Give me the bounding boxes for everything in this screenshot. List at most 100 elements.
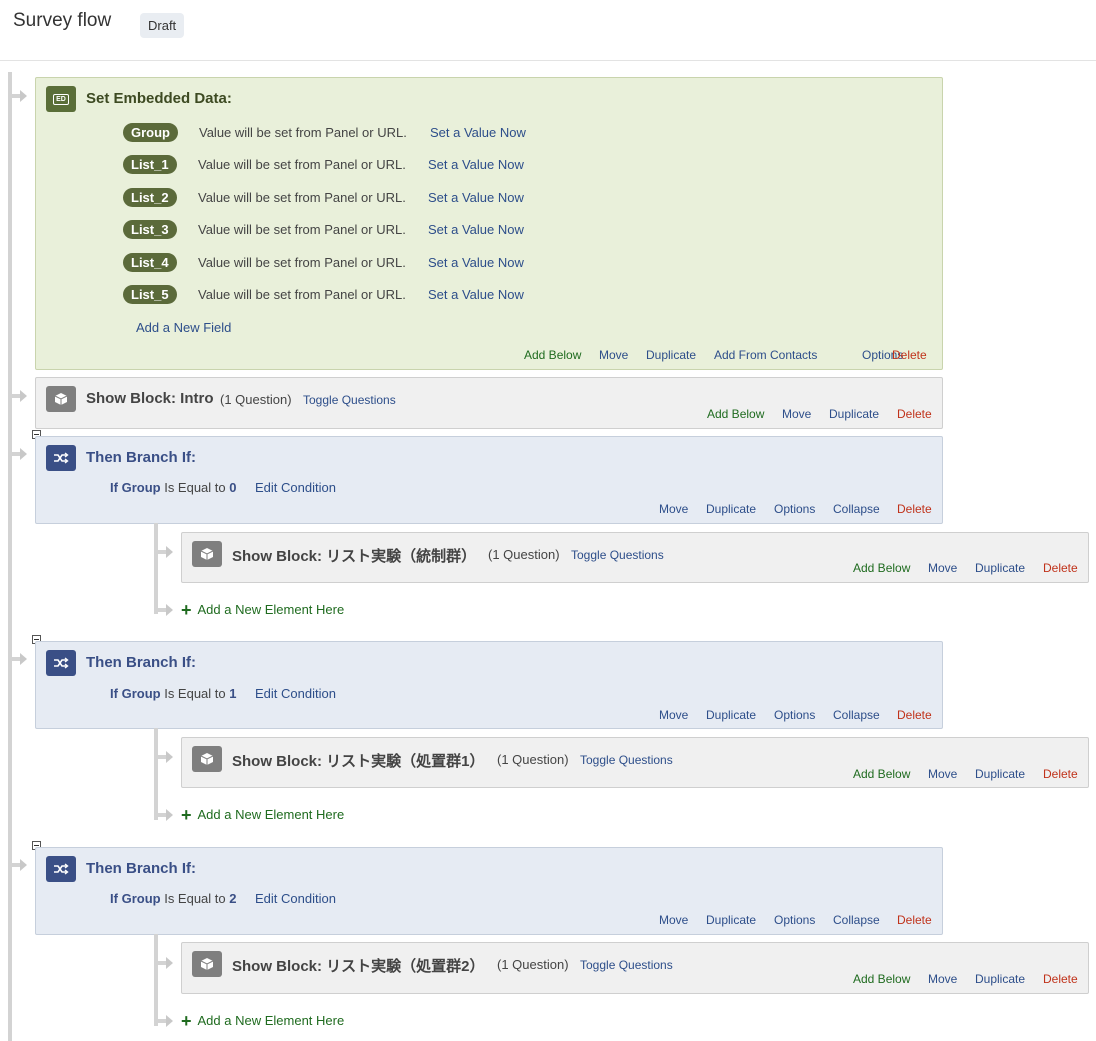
flow-line bbox=[8, 72, 12, 1041]
delete-button[interactable]: Delete bbox=[1043, 972, 1078, 986]
flow-arrow-icon bbox=[20, 390, 27, 402]
field-value-text: Value will be set from Panel or URL. bbox=[199, 125, 407, 140]
intro-block-element: Show Block: Intro (1 Question) Toggle Qu… bbox=[35, 377, 943, 429]
branch-block-element: Show Block: リスト実験（処置群1） (1 Question) Tog… bbox=[181, 737, 1089, 788]
plus-icon: + bbox=[181, 600, 192, 620]
duplicate-button[interactable]: Duplicate bbox=[975, 767, 1025, 781]
move-button[interactable]: Move bbox=[782, 407, 811, 421]
toggle-questions-link[interactable]: Toggle Questions bbox=[580, 958, 673, 972]
delete-button[interactable]: Delete bbox=[1043, 767, 1078, 781]
set-value-link[interactable]: Set a Value Now bbox=[428, 255, 524, 270]
duplicate-button[interactable]: Duplicate bbox=[706, 502, 756, 516]
branch-element: Then Branch If: If Group Is Equal to 0 E… bbox=[35, 436, 943, 524]
move-button[interactable]: Move bbox=[928, 972, 957, 986]
set-value-link[interactable]: Set a Value Now bbox=[428, 190, 524, 205]
delete-button[interactable]: Delete bbox=[897, 708, 932, 722]
branch-element: Then Branch If: If Group Is Equal to 2 E… bbox=[35, 847, 943, 935]
edit-condition-link[interactable]: Edit Condition bbox=[255, 686, 336, 701]
branch-heading: Then Branch If: bbox=[86, 654, 197, 671]
collapse-button[interactable]: Collapse bbox=[833, 502, 880, 516]
flow-arrow-icon bbox=[166, 957, 173, 969]
move-button[interactable]: Move bbox=[659, 708, 688, 722]
branch-heading: Then Branch If: bbox=[86, 860, 197, 877]
delete-button[interactable]: Delete bbox=[897, 407, 932, 421]
flow-arrow-icon bbox=[166, 546, 173, 558]
block-icon bbox=[192, 541, 222, 567]
duplicate-button[interactable]: Duplicate bbox=[829, 407, 879, 421]
move-button[interactable]: Move bbox=[928, 767, 957, 781]
field-name-pill[interactable]: Group bbox=[123, 123, 178, 142]
duplicate-button[interactable]: Duplicate bbox=[706, 913, 756, 927]
branch-element: Then Branch If: If Group Is Equal to 1 E… bbox=[35, 641, 943, 729]
duplicate-button[interactable]: Duplicate bbox=[975, 561, 1025, 575]
embedded-data-heading: Set Embedded Data: bbox=[86, 90, 232, 107]
add-below-button[interactable]: Add Below bbox=[853, 972, 910, 986]
flow-arrow-icon bbox=[166, 809, 173, 821]
delete-button[interactable]: Delete bbox=[892, 348, 927, 362]
branch-icon bbox=[46, 650, 76, 676]
add-below-button[interactable]: Add Below bbox=[853, 561, 910, 575]
field-name-pill[interactable]: List_2 bbox=[123, 188, 177, 207]
embedded-data-icon: ED bbox=[46, 86, 76, 112]
field-name-pill[interactable]: List_3 bbox=[123, 220, 177, 239]
set-value-link[interactable]: Set a Value Now bbox=[430, 125, 526, 140]
move-button[interactable]: Move bbox=[928, 561, 957, 575]
set-value-link[interactable]: Set a Value Now bbox=[428, 222, 524, 237]
edit-condition-link[interactable]: Edit Condition bbox=[255, 891, 336, 906]
add-below-button[interactable]: Add Below bbox=[707, 407, 764, 421]
flow-arrow-icon bbox=[20, 90, 27, 102]
page-header: Survey flow Draft bbox=[0, 0, 1096, 61]
move-button[interactable]: Move bbox=[599, 348, 628, 362]
options-button[interactable]: Options bbox=[774, 502, 815, 516]
duplicate-button[interactable]: Duplicate bbox=[706, 708, 756, 722]
branch-block-element: Show Block: リスト実験（処置群2） (1 Question) Tog… bbox=[181, 942, 1089, 994]
duplicate-button[interactable]: Duplicate bbox=[975, 972, 1025, 986]
flow-arrow-icon bbox=[20, 859, 27, 871]
embedded-data-element: ED Set Embedded Data: Group Value will b… bbox=[35, 77, 943, 370]
options-button[interactable]: Options bbox=[774, 913, 815, 927]
field-value-text: Value will be set from Panel or URL. bbox=[198, 287, 406, 302]
question-count: (1 Question) bbox=[497, 957, 569, 972]
branch-flow-line bbox=[154, 728, 158, 820]
add-below-button[interactable]: Add Below bbox=[853, 767, 910, 781]
options-button[interactable]: Options bbox=[774, 708, 815, 722]
delete-button[interactable]: Delete bbox=[897, 913, 932, 927]
set-value-link[interactable]: Set a Value Now bbox=[428, 287, 524, 302]
duplicate-button[interactable]: Duplicate bbox=[646, 348, 696, 362]
move-button[interactable]: Move bbox=[659, 502, 688, 516]
branch-condition: If Group Is Equal to 1 bbox=[110, 686, 237, 701]
field-name-pill[interactable]: List_5 bbox=[123, 285, 177, 304]
block-icon bbox=[46, 386, 76, 412]
toggle-questions-link[interactable]: Toggle Questions bbox=[580, 753, 673, 767]
field-value-text: Value will be set from Panel or URL. bbox=[198, 157, 406, 172]
add-from-contacts-button[interactable]: Add From Contacts bbox=[714, 348, 817, 362]
set-value-link[interactable]: Set a Value Now bbox=[428, 157, 524, 172]
field-name-pill[interactable]: List_4 bbox=[123, 253, 177, 272]
delete-button[interactable]: Delete bbox=[1043, 561, 1078, 575]
branch-icon bbox=[46, 445, 76, 471]
flow-arrow-icon bbox=[166, 1015, 173, 1027]
flow-arrow-icon bbox=[166, 604, 173, 616]
plus-icon: + bbox=[181, 805, 192, 825]
delete-button[interactable]: Delete bbox=[897, 502, 932, 516]
add-new-element-button[interactable]: + Add a New Element Here bbox=[181, 805, 344, 826]
field-name-pill[interactable]: List_1 bbox=[123, 155, 177, 174]
question-count: (1 Question) bbox=[488, 547, 560, 562]
branch-flow-line bbox=[154, 523, 158, 614]
add-new-element-button[interactable]: + Add a New Element Here bbox=[181, 1011, 344, 1032]
block-heading: Show Block: リスト実験（処置群2） bbox=[232, 958, 485, 975]
toggle-questions-link[interactable]: Toggle Questions bbox=[303, 393, 396, 407]
add-below-button[interactable]: Add Below bbox=[524, 348, 581, 362]
add-new-element-button[interactable]: + Add a New Element Here bbox=[181, 600, 344, 621]
block-heading: Show Block: リスト実験（処置群1） bbox=[232, 753, 485, 770]
status-badge: Draft bbox=[140, 13, 185, 38]
collapse-button[interactable]: Collapse bbox=[833, 708, 880, 722]
move-button[interactable]: Move bbox=[659, 913, 688, 927]
collapse-button[interactable]: Collapse bbox=[833, 913, 880, 927]
branch-condition: If Group Is Equal to 0 bbox=[110, 480, 237, 495]
branch-heading: Then Branch If: bbox=[86, 449, 197, 466]
edit-condition-link[interactable]: Edit Condition bbox=[255, 480, 336, 495]
toggle-questions-link[interactable]: Toggle Questions bbox=[571, 548, 664, 562]
block-heading: Show Block: Intro bbox=[86, 390, 214, 407]
add-new-field-link[interactable]: Add a New Field bbox=[136, 320, 231, 335]
